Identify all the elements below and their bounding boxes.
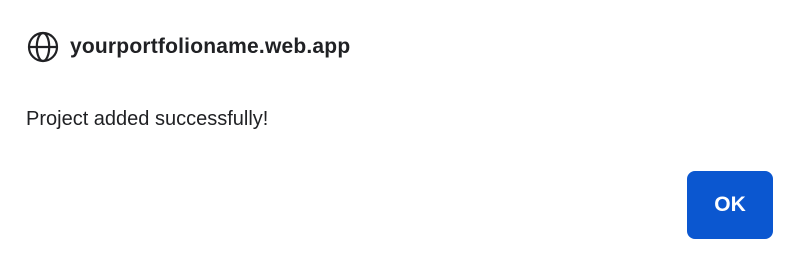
ok-button[interactable]: OK bbox=[687, 171, 773, 239]
dialog-origin: yourportfolioname.web.app bbox=[70, 35, 351, 58]
dialog-message: Project added successfully! bbox=[26, 108, 269, 130]
alert-dialog: yourportfolioname.web.app Project added … bbox=[0, 0, 800, 271]
dialog-header: yourportfolioname.web.app bbox=[26, 30, 350, 64]
globe-icon bbox=[26, 30, 60, 64]
